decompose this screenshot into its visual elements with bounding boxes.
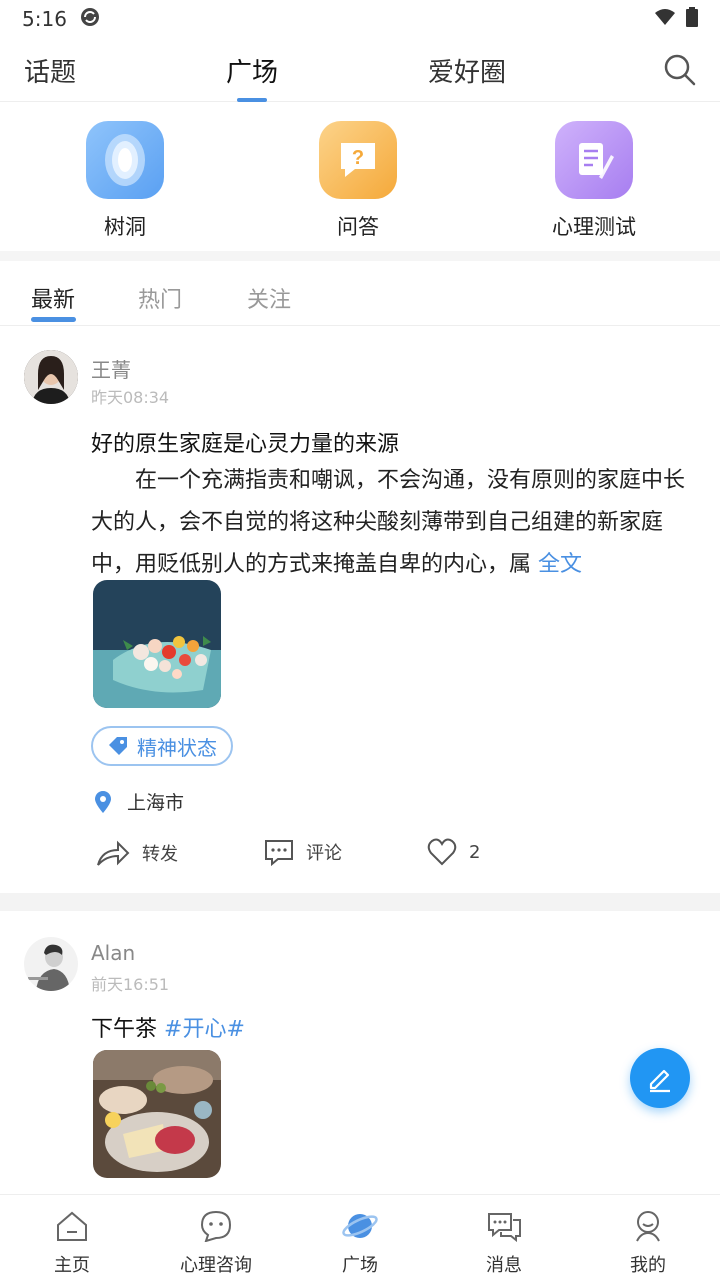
quick-entry-row: 树洞 ? 问答 心理测试 — [0, 103, 720, 261]
post-image[interactable] — [93, 1050, 221, 1178]
messages-icon — [484, 1207, 524, 1245]
tree-hole-icon — [86, 121, 164, 199]
post-author[interactable]: Alan — [91, 941, 135, 965]
nav-mine[interactable]: 我的 — [588, 1207, 708, 1277]
feed-post[interactable]: Alan 前天16:51 下午茶 #开心# — [0, 911, 720, 1194]
tab-active-indicator — [237, 98, 267, 102]
location-pin-icon — [95, 790, 111, 813]
post-body: 在一个充满指责和嘲讽，不会沟通，没有原则的家庭中长大的人，会不自觉的将这种尖酸刻… — [91, 460, 701, 586]
tag-icon — [109, 737, 127, 755]
feed-tabs: 最新 热门 关注 — [0, 270, 720, 326]
nav-mine-label: 我的 — [630, 1255, 666, 1276]
quick-label-psych-test: 心理测试 — [552, 215, 636, 239]
post-title: 下午茶 #开心# — [91, 1011, 245, 1043]
planet-icon — [340, 1207, 380, 1245]
post-title-text: 下午茶 — [91, 1017, 158, 1042]
tab-following[interactable]: 关注 — [247, 282, 291, 314]
quick-label-tree-hole: 树洞 — [104, 215, 146, 239]
nav-home-label: 主页 — [54, 1255, 90, 1276]
post-location: 上海市 — [95, 788, 184, 815]
tab-hot[interactable]: 热门 — [138, 282, 182, 314]
tab-topics[interactable]: 话题 — [24, 52, 76, 89]
compose-button[interactable] — [630, 1048, 690, 1108]
post-body-text: 在一个充满指责和嘲讽，不会沟通，没有原则的家庭中长大的人，会不自觉的将这种尖酸刻… — [91, 468, 686, 577]
tab-latest[interactable]: 最新 — [31, 282, 75, 314]
bottom-nav: 主页 心理咨询 广场 消息 我的 — [0, 1194, 720, 1280]
search-button[interactable] — [662, 52, 698, 88]
post-location-text: 上海市 — [127, 792, 185, 814]
post-title: 好的原生家庭是心灵力量的来源 — [91, 432, 400, 457]
share-button[interactable]: 转发 — [96, 838, 178, 868]
full-text-link[interactable]: 全文 — [538, 552, 582, 577]
avatar[interactable] — [24, 350, 78, 404]
post-actions: 转发 评论 2 — [96, 838, 516, 872]
sync-icon — [79, 6, 101, 33]
chat-face-icon — [196, 1207, 236, 1245]
post-author[interactable]: 王菁 — [91, 354, 131, 383]
home-icon — [52, 1207, 92, 1245]
qa-icon: ? — [319, 121, 397, 199]
tab-hobby-circle[interactable]: 爱好圈 — [428, 52, 506, 89]
post-image[interactable] — [93, 580, 221, 708]
post-time: 前天16:51 — [91, 975, 170, 994]
feed-post[interactable]: 王菁 昨天08:34 好的原生家庭是心灵力量的来源 在一个充满指责和嘲讽，不会沟… — [0, 326, 720, 893]
like-count: 2 — [469, 841, 481, 863]
nav-square-label: 广场 — [342, 1255, 378, 1276]
share-icon — [97, 840, 130, 866]
nav-messages[interactable]: 消息 — [444, 1207, 564, 1277]
nav-counseling-label: 心理咨询 — [180, 1255, 252, 1276]
post-time: 昨天08:34 — [91, 388, 170, 407]
status-bar: 5:16 — [0, 0, 720, 38]
comment-icon — [265, 840, 293, 866]
quick-tree-hole[interactable]: 树洞 — [65, 121, 185, 241]
battery-icon — [686, 6, 698, 32]
edit-icon — [649, 1069, 670, 1093]
like-button[interactable]: 2 — [427, 838, 480, 866]
status-time: 5:16 — [22, 7, 67, 31]
tab-square[interactable]: 广场 — [226, 52, 278, 89]
post-separator — [0, 893, 720, 911]
nav-square[interactable]: 广场 — [300, 1207, 420, 1277]
share-label: 转发 — [142, 844, 178, 865]
svg-text:?: ? — [352, 147, 364, 169]
comment-button[interactable]: 评论 — [264, 838, 342, 866]
nav-messages-label: 消息 — [486, 1255, 522, 1276]
profile-icon — [628, 1207, 668, 1245]
quick-label-qa: 问答 — [337, 215, 379, 239]
feed-tab-indicator — [31, 317, 76, 322]
post-tag-label: 精神状态 — [137, 735, 217, 760]
wifi-icon — [654, 7, 676, 31]
heart-icon — [427, 838, 457, 866]
comment-label: 评论 — [306, 843, 342, 864]
quick-qa[interactable]: ? 问答 — [298, 121, 418, 241]
hashtag-link[interactable]: #开心# — [164, 1017, 245, 1042]
top-nav: 话题 广场 爱好圈 — [0, 38, 720, 102]
test-icon — [555, 121, 633, 199]
quick-psych-test[interactable]: 心理测试 — [534, 121, 654, 241]
nav-counseling[interactable]: 心理咨询 — [156, 1207, 276, 1277]
post-tag[interactable]: 精神状态 — [91, 726, 233, 766]
nav-home[interactable]: 主页 — [12, 1207, 132, 1277]
avatar[interactable] — [24, 937, 78, 991]
search-icon — [664, 54, 696, 86]
